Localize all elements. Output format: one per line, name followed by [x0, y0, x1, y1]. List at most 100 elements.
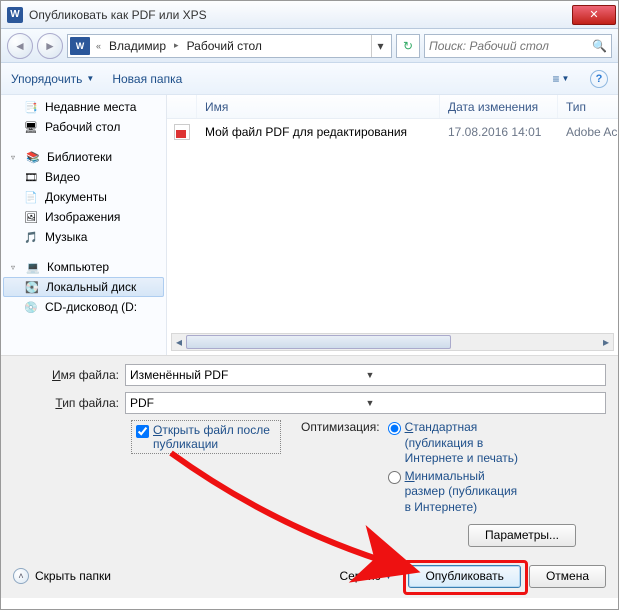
navbar: ◄ ► W « Владимир ▸ Рабочий стол ▾ ↻ 🔍	[1, 29, 618, 63]
sidebar-label: Документы	[45, 190, 107, 204]
filename-value: Изменённый PDF	[130, 368, 366, 382]
chevron-down-icon[interactable]: ▼	[366, 370, 602, 380]
chevron-down-icon: ▼	[562, 74, 570, 83]
toolbar: Упорядочить ▼ Новая папка ≡▼ ?	[1, 63, 618, 95]
filetype-value: PDF	[130, 396, 366, 410]
file-list-header: Имя Дата изменения Тип	[167, 95, 618, 119]
hide-folders-button[interactable]: ˄ Скрыть папки	[13, 568, 111, 584]
nav-back-button[interactable]: ◄	[7, 33, 33, 59]
word-crumb-icon: W	[70, 37, 90, 55]
sidebar-item-cd-drive[interactable]: 💿 CD-дисковод (D:	[1, 297, 166, 317]
help-button[interactable]: ?	[590, 70, 608, 88]
breadcrumb-item-user[interactable]: Владимир	[105, 39, 170, 53]
organize-label: Упорядочить	[11, 72, 82, 86]
radio-minimum-label: Минимальныйразмер (публикацияв Интернете…	[405, 469, 518, 516]
cancel-button[interactable]: Отмена	[529, 565, 606, 588]
sidebar-computer-header[interactable]: ▿ 💻 Компьютер	[1, 257, 166, 277]
sidebar-item-pictures[interactable]: 🖼 Изображения	[1, 207, 166, 227]
search-input[interactable]	[429, 39, 592, 53]
sidebar-libraries-header[interactable]: ▿ 📚 Библиотеки	[1, 147, 166, 167]
breadcrumb-item-desktop[interactable]: Рабочий стол	[183, 39, 266, 53]
word-app-icon: W	[7, 7, 23, 23]
radio-minimum[interactable]: Минимальныйразмер (публикацияв Интернете…	[388, 469, 518, 516]
publish-button[interactable]: Опубликовать	[408, 565, 520, 588]
radio-standard-input[interactable]	[388, 422, 401, 435]
service-label: Сервис	[339, 569, 380, 583]
music-icon: 🎵	[23, 229, 39, 245]
sidebar-item-local-disk[interactable]: 💽 Локальный диск	[3, 277, 164, 297]
sidebar-item-music[interactable]: 🎵 Музыка	[1, 227, 166, 247]
sidebar-item-documents[interactable]: 📄 Документы	[1, 187, 166, 207]
open-after-checkbox-input[interactable]	[136, 425, 149, 438]
radio-standard-label: Стандартная(публикация вИнтернете и печа…	[405, 420, 518, 467]
open-after-publish-checkbox[interactable]: Открыть файл после публикации	[131, 420, 281, 454]
close-button[interactable]: ✕	[572, 5, 616, 25]
view-options-button[interactable]: ≡▼	[550, 69, 572, 89]
column-name[interactable]: Имя	[197, 95, 440, 118]
chevron-down-icon: ▼	[86, 74, 94, 83]
window-title: Опубликовать как PDF или XPS	[29, 8, 572, 22]
pdf-file-icon	[174, 124, 190, 140]
filename-label: Имя файла:	[13, 368, 125, 382]
search-box[interactable]: 🔍	[424, 34, 612, 58]
file-row[interactable]: Мой файл PDF для редактирования 17.08.20…	[167, 119, 618, 141]
nav-forward-button[interactable]: ►	[37, 33, 63, 59]
file-date: 17.08.2016 14:01	[440, 125, 558, 139]
collapse-icon: ▿	[11, 153, 19, 162]
recent-places-icon: 📑	[23, 99, 39, 115]
file-list: Имя Дата изменения Тип Мой файл PDF для …	[166, 95, 618, 355]
sidebar-label: Изображения	[45, 210, 120, 224]
file-name: Мой файл PDF для редактирования	[197, 125, 440, 139]
open-after-label: Открыть файл после публикации	[153, 423, 276, 451]
breadcrumb-dropdown[interactable]: ▾	[371, 35, 389, 57]
libraries-icon: 📚	[25, 149, 41, 165]
radio-minimum-input[interactable]	[388, 471, 401, 484]
chevron-right-icon: ▸	[170, 40, 183, 51]
sidebar-label: Рабочий стол	[45, 120, 120, 134]
filename-input[interactable]: Изменённый PDF ▼	[125, 364, 606, 386]
video-icon: 🎞	[23, 169, 39, 185]
new-folder-button[interactable]: Новая папка	[112, 72, 182, 86]
sidebar-label: CD-дисковод (D:	[45, 300, 137, 314]
collapse-icon: ▿	[11, 263, 19, 272]
parameters-button[interactable]: Параметры...	[468, 524, 576, 547]
filetype-select[interactable]: PDF ▼	[125, 392, 606, 414]
service-dropdown[interactable]: Сервис ▼	[339, 569, 392, 583]
chevron-down-icon: ▼	[385, 572, 393, 581]
optimization-label: Оптимизация:	[301, 420, 380, 516]
sidebar-item-desktop[interactable]: 🖥 Рабочий стол	[1, 117, 166, 137]
desktop-icon: 🖥	[23, 119, 39, 135]
refresh-button[interactable]: ↻	[396, 34, 420, 58]
titlebar: W Опубликовать как PDF или XPS ✕	[1, 1, 618, 29]
filetype-label: Тип файла:	[13, 396, 125, 410]
navigation-sidebar: 📑 Недавние места 🖥 Рабочий стол ▿ 📚 Библиоте…	[1, 95, 166, 355]
hide-folders-label: Скрыть папки	[35, 569, 111, 583]
cd-icon: 💿	[23, 299, 39, 315]
computer-icon: 💻	[25, 259, 41, 275]
documents-icon: 📄	[23, 189, 39, 205]
scrollbar-thumb[interactable]	[186, 335, 451, 349]
form-panel: Имя файла: Изменённый PDF ▼ Тип файла: P…	[1, 355, 618, 598]
column-type[interactable]: Тип	[558, 95, 618, 118]
sidebar-label: Библиотеки	[47, 150, 112, 164]
column-date[interactable]: Дата изменения	[440, 95, 558, 118]
scroll-left-icon[interactable]: ◂	[172, 334, 186, 350]
organize-button[interactable]: Упорядочить ▼	[11, 72, 94, 86]
chevron-up-icon: ˄	[13, 568, 29, 584]
pictures-icon: 🖼	[23, 209, 39, 225]
sidebar-label: Компьютер	[47, 260, 109, 274]
scroll-right-icon[interactable]: ▸	[599, 334, 613, 350]
sidebar-item-video[interactable]: 🎞Видео	[1, 167, 166, 187]
radio-standard[interactable]: Стандартная(публикация вИнтернете и печа…	[388, 420, 518, 467]
hdd-icon: 💽	[24, 279, 40, 295]
sidebar-label: Музыка	[45, 230, 87, 244]
horizontal-scrollbar[interactable]: ◂ ▸	[171, 333, 614, 351]
breadcrumb-sep-icon: «	[92, 41, 105, 51]
sidebar-label: Недавние места	[45, 100, 136, 114]
chevron-down-icon[interactable]: ▼	[366, 398, 602, 408]
column-icon[interactable]	[167, 95, 197, 118]
sidebar-label: Локальный диск	[46, 280, 136, 294]
file-type: Adobe Ac	[558, 125, 618, 139]
breadcrumb[interactable]: W « Владимир ▸ Рабочий стол ▾	[67, 34, 392, 58]
sidebar-item-recent[interactable]: 📑 Недавние места	[1, 97, 166, 117]
